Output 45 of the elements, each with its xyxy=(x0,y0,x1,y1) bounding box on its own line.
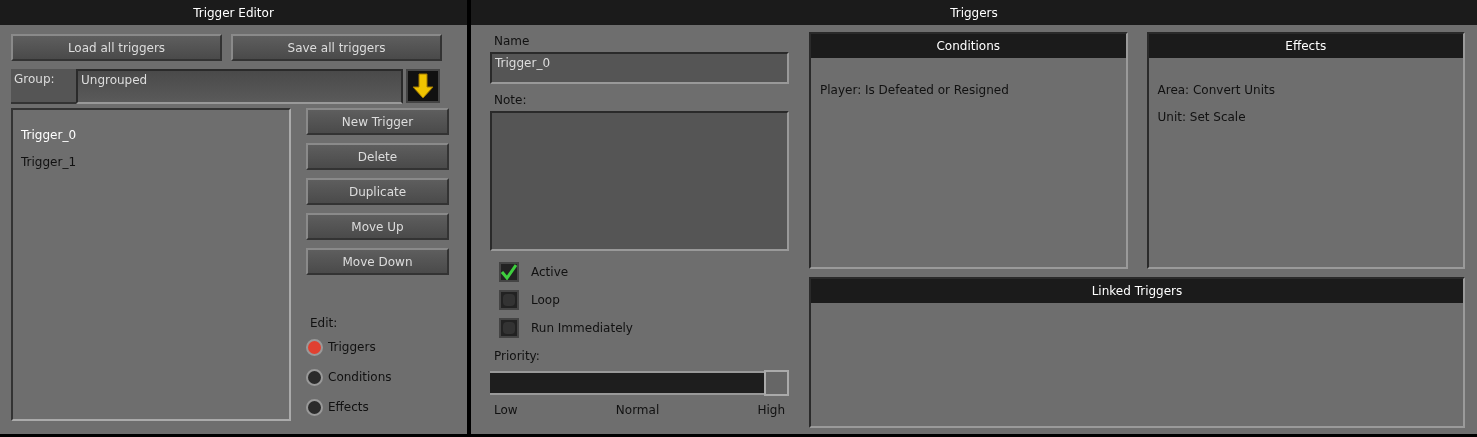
action-button[interactable]: Move Up xyxy=(306,213,449,240)
priority-slider[interactable] xyxy=(490,371,789,395)
list-item[interactable]: Trigger_0 xyxy=(21,126,77,144)
list-item[interactable]: Area: Convert Units xyxy=(1157,81,1275,99)
action-button[interactable]: Delete xyxy=(306,143,449,170)
group-label: Group: xyxy=(11,69,76,104)
action-button[interactable]: Duplicate xyxy=(306,178,449,205)
slider-thumb[interactable] xyxy=(764,370,789,396)
checkbox-label: Run Immediately xyxy=(531,320,633,337)
radio-label: Triggers xyxy=(328,339,376,356)
priority-tick-label: High xyxy=(757,402,785,419)
window-title: Triggers xyxy=(471,0,1477,25)
name-label: Name xyxy=(494,33,530,50)
panel-header: Linked Triggers xyxy=(811,279,1463,303)
radio-button[interactable] xyxy=(306,368,323,386)
checkbox[interactable] xyxy=(499,318,519,338)
action-button[interactable]: Move Down xyxy=(306,248,449,275)
list-item[interactable]: Unit: Set Scale xyxy=(1157,108,1246,126)
radio-label: Effects xyxy=(328,399,369,416)
panel-header: Effects xyxy=(1148,34,1463,58)
checkbox[interactable] xyxy=(499,262,519,282)
group-field[interactable]: Ungrouped xyxy=(76,69,403,104)
panel-header: Conditions xyxy=(811,34,1126,58)
file-button[interactable]: Load all triggers xyxy=(11,34,222,61)
priority-tick-label: Normal xyxy=(615,402,660,419)
priority-tick-label: Low xyxy=(494,402,518,419)
check-icon xyxy=(501,264,517,280)
list-item[interactable]: Player: Is Defeated or Resigned xyxy=(820,81,1009,99)
list-item[interactable]: Trigger_1 xyxy=(21,153,77,171)
radio-label: Conditions xyxy=(328,369,392,386)
radio-button[interactable] xyxy=(306,338,323,356)
dropdown-button[interactable] xyxy=(406,69,440,103)
action-button[interactable]: New Trigger xyxy=(306,108,449,135)
name-field[interactable]: Trigger_0 xyxy=(490,52,789,84)
file-button[interactable]: Save all triggers xyxy=(231,34,442,61)
window-title: Trigger Editor xyxy=(0,0,467,25)
checkbox-label: Active xyxy=(531,264,569,281)
checkbox[interactable] xyxy=(499,290,519,310)
note-field[interactable] xyxy=(490,111,789,251)
edit-label: Edit: xyxy=(310,315,338,332)
note-label: Note: xyxy=(494,92,527,109)
down-arrow-icon xyxy=(412,73,434,99)
radio-button[interactable] xyxy=(306,398,323,416)
priority-label: Priority: xyxy=(494,348,540,365)
checkbox-label: Loop xyxy=(531,292,560,309)
